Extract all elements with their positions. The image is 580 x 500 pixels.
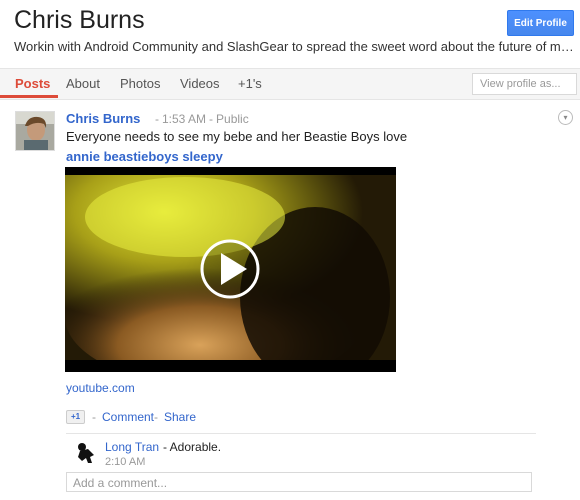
- post-author-name[interactable]: Chris Burns: [66, 111, 140, 126]
- profile-header: Chris Burns Workin with Android Communit…: [0, 0, 580, 68]
- tab-photos[interactable]: Photos: [120, 76, 160, 91]
- video-thumbnail: [65, 167, 396, 372]
- edit-profile-button[interactable]: Edit Profile: [507, 10, 574, 36]
- video-source-link[interactable]: youtube.com: [66, 381, 135, 395]
- add-comment-input[interactable]: Add a comment...: [66, 472, 532, 492]
- view-profile-as-input[interactable]: View profile as...: [472, 73, 577, 95]
- chevron-down-icon[interactable]: ▾: [558, 110, 573, 125]
- tab-posts[interactable]: Posts: [15, 76, 50, 91]
- tab-videos[interactable]: Videos: [180, 76, 220, 91]
- comment-text: - Adorable.: [163, 440, 222, 454]
- profile-tagline: Workin with Android Community and SlashG…: [14, 39, 574, 54]
- comment-author-name[interactable]: Long Tran: [105, 440, 159, 454]
- plusone-button[interactable]: +1: [66, 410, 85, 424]
- video-player[interactable]: [65, 167, 396, 372]
- profile-tabs: Posts About Photos Videos +1's View prof…: [0, 68, 580, 100]
- share-link[interactable]: Share: [164, 410, 196, 424]
- comments-divider: [66, 433, 536, 434]
- play-icon[interactable]: [200, 239, 260, 299]
- post-time[interactable]: 1:53 AM: [162, 112, 206, 126]
- comment-link[interactable]: Comment: [102, 410, 154, 424]
- tab-about[interactable]: About: [66, 76, 100, 91]
- commenter-avatar[interactable]: [74, 441, 98, 465]
- author-avatar[interactable]: [15, 111, 55, 151]
- post-text: Everyone needs to see my bebe and her Be…: [66, 129, 408, 144]
- post-meta: -1:53 AM - Public: [155, 112, 249, 126]
- video-title-link[interactable]: annie beastieboys sleepy: [66, 149, 223, 164]
- profile-name: Chris Burns: [14, 6, 145, 34]
- active-tab-indicator: [0, 95, 58, 98]
- comment-time[interactable]: 2:10 AM: [105, 456, 145, 468]
- post-visibility[interactable]: Public: [216, 112, 249, 126]
- tab-plusones[interactable]: +1's: [238, 76, 262, 91]
